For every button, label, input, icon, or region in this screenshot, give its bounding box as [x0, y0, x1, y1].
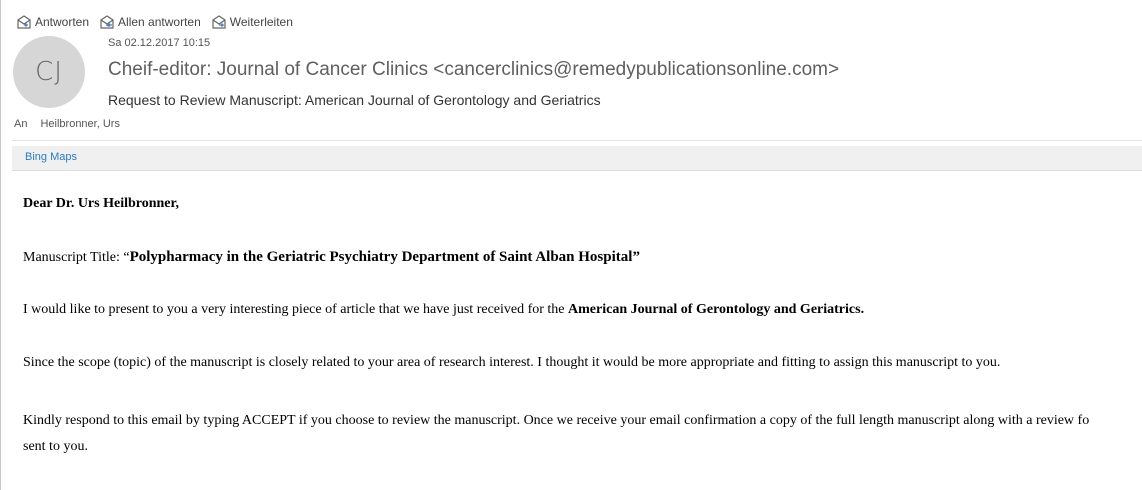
sender-name[interactable]: Cheif-editor: Journal of Cancer Clinics …: [108, 59, 839, 81]
sender-avatar[interactable]: CJ: [13, 36, 85, 108]
manuscript-title-prefix: Manuscript Title: “: [23, 250, 130, 265]
kindly-paragraph: Kindly respond to this email by typing A…: [23, 408, 1089, 460]
kindly-line-2: sent to you.: [23, 439, 88, 454]
message-toolbar: Antworten Allen antworten Weiterleiten: [16, 13, 303, 31]
recipient-name[interactable]: Heilbronner, Urs: [40, 118, 119, 130]
manuscript-title: Polypharmacy in the Geriatric Psychiatry…: [129, 249, 640, 265]
scope-paragraph: Since the scope (topic) of the manuscrip…: [23, 355, 1001, 370]
header-divider: [12, 140, 1142, 141]
kindly-line-1: Kindly respond to this email by typing A…: [23, 413, 1090, 428]
reply-icon: [17, 14, 31, 29]
forward-icon: [212, 14, 226, 29]
reply-button[interactable]: Antworten: [16, 14, 90, 30]
present-text: I would like to present to you a very in…: [23, 302, 569, 317]
journal-name: American Journal of Gerontology and Geri…: [568, 302, 865, 317]
email-subject: Request to Review Manuscript: American J…: [108, 92, 601, 108]
manuscript-title-paragraph: Manuscript Title: “Polypharmacy in the G…: [23, 249, 640, 266]
to-label: An: [14, 118, 28, 130]
present-paragraph: I would like to present to you a very in…: [23, 302, 864, 318]
sent-date: Sa 02.12.2017 10:15: [108, 37, 211, 49]
reply-label: Antworten: [35, 15, 90, 29]
reply-all-button[interactable]: Allen antworten: [99, 14, 201, 30]
recipients-row: An Heilbronner, Urs: [14, 118, 120, 130]
reply-all-label: Allen antworten: [118, 15, 201, 29]
forward-label: Weiterleiten: [229, 15, 293, 29]
reply-all-icon: [100, 14, 114, 29]
window-left-border: [0, 0, 1, 490]
avatar-initials: CJ: [35, 57, 63, 87]
addin-bar: Bing Maps: [12, 146, 1142, 171]
bing-maps-link[interactable]: Bing Maps: [25, 151, 77, 163]
forward-button[interactable]: Weiterleiten: [211, 14, 293, 30]
greeting: Dear Dr. Urs Heilbronner,: [23, 196, 179, 211]
